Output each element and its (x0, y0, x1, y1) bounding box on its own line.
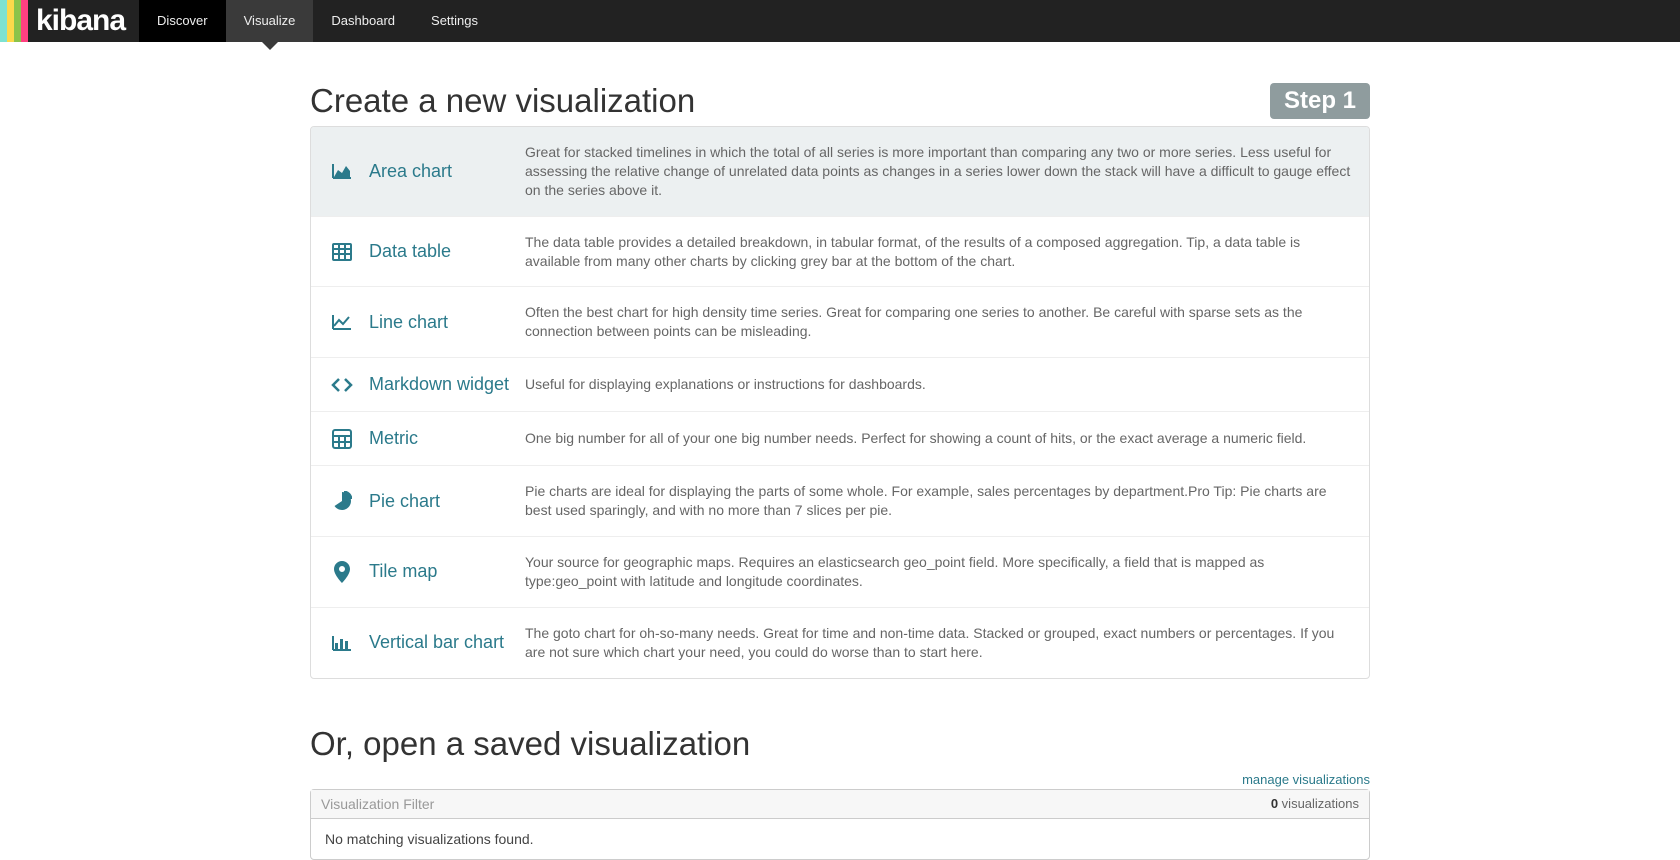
nav-items: Discover Visualize Dashboard Settings (139, 0, 496, 42)
page-title: Create a new visualization (310, 82, 695, 120)
viz-type-name: Line chart (355, 312, 525, 333)
visualization-count-number: 0 (1271, 796, 1278, 811)
visualization-type-list: Area chart Great for stacked timelines i… (310, 126, 1370, 679)
open-saved-title: Or, open a saved visualization (310, 725, 1370, 763)
viz-type-desc: The goto chart for oh-so-many needs. Gre… (525, 624, 1351, 662)
viz-type-desc: Often the best chart for high density ti… (525, 303, 1351, 341)
viz-type-name: Markdown widget (355, 374, 525, 395)
step-badge: Step 1 (1270, 83, 1370, 119)
viz-type-desc: One big number for all of your one big n… (525, 429, 1351, 448)
nav-item-label: Settings (431, 13, 478, 28)
viz-type-metric[interactable]: Metric One big number for all of your on… (311, 412, 1369, 466)
tile-map-icon (329, 561, 355, 583)
markdown-icon (329, 377, 355, 393)
filter-bar: 0 visualizations (311, 790, 1369, 819)
viz-type-name: Data table (355, 241, 525, 262)
nav-item-settings[interactable]: Settings (413, 0, 496, 42)
logo[interactable]: kibana (0, 0, 139, 42)
nav-item-visualize[interactable]: Visualize (226, 0, 314, 42)
pie-chart-icon (329, 491, 355, 511)
viz-type-area-chart[interactable]: Area chart Great for stacked timelines i… (311, 127, 1369, 217)
viz-type-name: Tile map (355, 561, 525, 582)
viz-type-markdown-widget[interactable]: Markdown widget Useful for displaying ex… (311, 358, 1369, 412)
viz-type-desc: Pie charts are ideal for displaying the … (525, 482, 1351, 520)
viz-type-pie-chart[interactable]: Pie chart Pie charts are ideal for displ… (311, 466, 1369, 537)
nav-item-discover[interactable]: Discover (139, 0, 226, 42)
viz-type-name: Area chart (355, 161, 525, 182)
viz-type-desc: The data table provides a detailed break… (525, 233, 1351, 271)
no-match-message: No matching visualizations found. (311, 819, 1369, 859)
manage-visualizations-row: manage visualizations (310, 771, 1370, 787)
saved-visualization-panel: 0 visualizations No matching visualizati… (310, 789, 1370, 860)
visualization-count-label: visualizations (1278, 796, 1359, 811)
viz-type-tile-map[interactable]: Tile map Your source for geographic maps… (311, 537, 1369, 608)
viz-type-desc: Great for stacked timelines in which the… (525, 143, 1351, 200)
visualization-filter-input[interactable] (321, 796, 1271, 812)
viz-type-name: Vertical bar chart (355, 632, 525, 653)
viz-type-desc: Useful for displaying explanations or in… (525, 375, 1351, 394)
metric-icon (329, 429, 355, 449)
logo-text: kibana (28, 0, 139, 42)
nav-item-dashboard[interactable]: Dashboard (313, 0, 413, 42)
nav-item-label: Visualize (244, 13, 296, 28)
line-chart-icon (329, 313, 355, 331)
manage-visualizations-link[interactable]: manage visualizations (1242, 772, 1370, 787)
area-chart-icon (329, 162, 355, 180)
top-navbar: kibana Discover Visualize Dashboard Sett… (0, 0, 1680, 42)
viz-type-desc: Your source for geographic maps. Require… (525, 553, 1351, 591)
bar-chart-icon (329, 634, 355, 652)
viz-type-data-table[interactable]: Data table The data table provides a det… (311, 217, 1369, 288)
nav-item-label: Discover (157, 13, 208, 28)
logo-stripes-icon (0, 0, 28, 42)
viz-type-name: Metric (355, 428, 525, 449)
data-table-icon (329, 243, 355, 261)
nav-item-label: Dashboard (331, 13, 395, 28)
viz-type-name: Pie chart (355, 491, 525, 512)
visualization-count: 0 visualizations (1271, 796, 1359, 811)
page-header: Create a new visualization Step 1 (310, 82, 1370, 120)
viz-type-line-chart[interactable]: Line chart Often the best chart for high… (311, 287, 1369, 358)
viz-type-vertical-bar-chart[interactable]: Vertical bar chart The goto chart for oh… (311, 608, 1369, 678)
main-container: Create a new visualization Step 1 Area c… (310, 42, 1370, 860)
